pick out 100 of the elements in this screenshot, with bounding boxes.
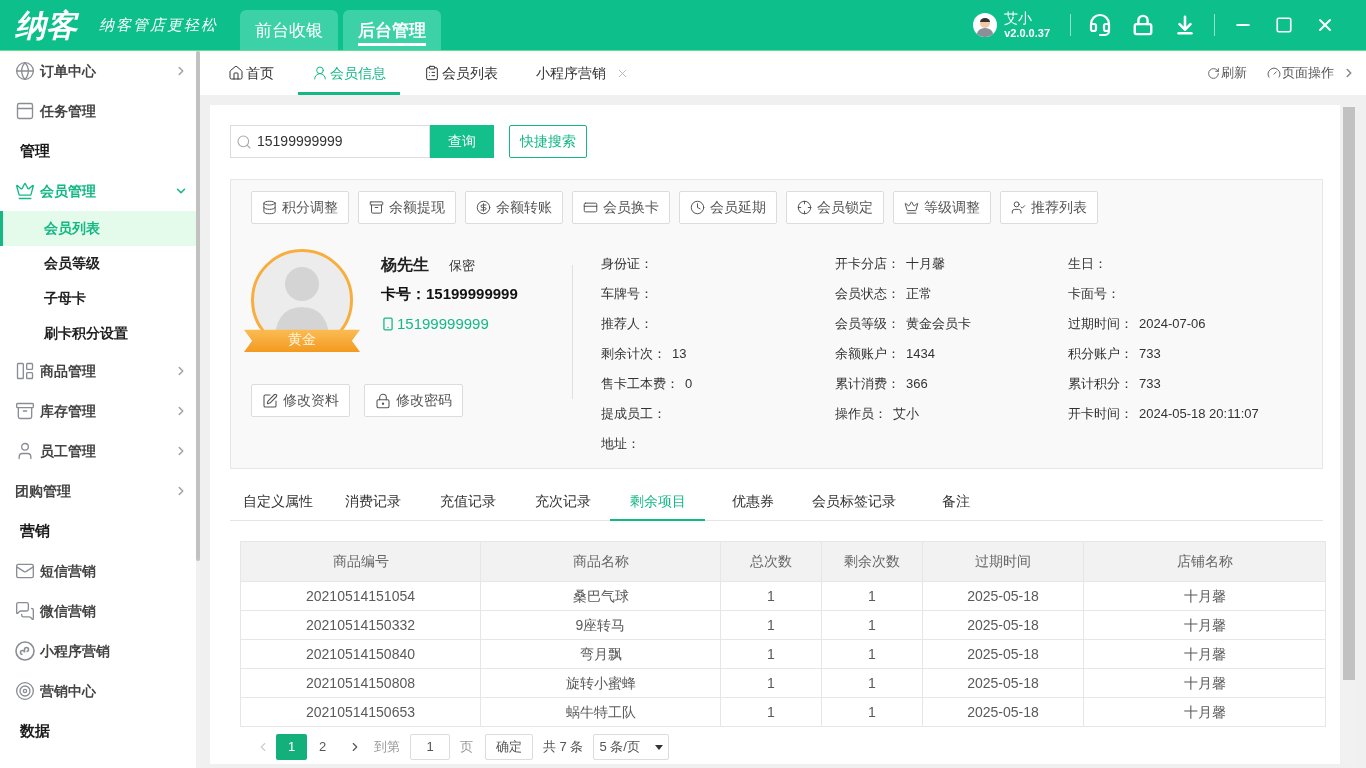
field-value: 2024-07-06: [1139, 315, 1206, 334]
target-icon: [15, 681, 35, 701]
sidebar-item[interactable]: 短信营销: [0, 551, 196, 591]
detail-tab[interactable]: 自定义属性: [230, 483, 325, 521]
archive-box-icon: [15, 401, 35, 421]
table-cell: 1: [821, 610, 923, 640]
table-cell: 20210514150332: [240, 610, 481, 640]
field-value: 733: [1139, 345, 1161, 364]
section-heading: 营销: [20, 520, 50, 541]
version-text: v2.0.0.37: [1004, 27, 1050, 40]
download-icon[interactable]: [1174, 14, 1196, 36]
field-value: 2024-05-18 20:11:07: [1139, 405, 1259, 424]
box-icon: [369, 200, 384, 215]
member-edit-button[interactable]: 修改资料: [251, 384, 350, 417]
sidebar-subitem[interactable]: 刷卡积分设置: [0, 316, 196, 351]
table-cell: 20210514150653: [240, 697, 481, 727]
table-cell: 十月馨: [1083, 610, 1326, 640]
sidebar-subitem[interactable]: 子母卡: [0, 281, 196, 316]
crown-icon: [904, 200, 919, 215]
total-count: 共 7 条: [543, 738, 584, 757]
field-label: 过期时间：: [1068, 315, 1133, 334]
member-action-button[interactable]: 推荐列表: [1000, 191, 1098, 224]
sidebar-item[interactable]: 小程序营销: [0, 631, 196, 671]
member-action-button[interactable]: 余额转账: [465, 191, 563, 224]
member-action-button[interactable]: 余额提现: [358, 191, 456, 224]
phone-number: 15199999999: [397, 313, 489, 334]
page-input[interactable]: 1: [410, 734, 450, 760]
detail-tab[interactable]: 会员标签记录: [800, 483, 908, 521]
detail-tab[interactable]: 充值记录: [420, 483, 515, 521]
field-label: 累计积分：: [1068, 375, 1133, 394]
layout-icon: [15, 361, 35, 381]
user-avatar[interactable]: [973, 13, 998, 37]
detail-tab[interactable]: 优惠券: [705, 483, 800, 521]
search-field[interactable]: 15199999999: [230, 125, 430, 158]
goto-label: 到第: [374, 738, 400, 757]
crosshair-icon: [797, 200, 812, 215]
page-tab[interactable]: 小程序营销: [522, 51, 643, 95]
sidebar-item[interactable]: 微信营销: [0, 591, 196, 631]
member-action-button[interactable]: 会员延期: [679, 191, 777, 224]
table-cell: 1: [720, 610, 822, 640]
column-header: 总次数: [720, 541, 822, 582]
refresh-button[interactable]: 刷新: [1207, 63, 1247, 83]
sidebar-item[interactable]: 员工管理: [0, 431, 196, 471]
member-action-button[interactable]: 会员换卡: [572, 191, 670, 224]
sidebar-item[interactable]: 营销中心: [0, 671, 196, 711]
field-label: 积分账户：: [1068, 345, 1133, 364]
table-cell: 2025-05-18: [922, 639, 1084, 669]
page-number[interactable]: 2: [307, 734, 338, 760]
page-tab[interactable]: 首页: [214, 51, 288, 95]
member-action-button[interactable]: 等级调整: [893, 191, 991, 224]
field-label: 生日：: [1068, 255, 1107, 274]
scrollbar-thumb[interactable]: [1343, 107, 1355, 680]
sidebar-item[interactable]: 任务管理: [0, 91, 196, 131]
table-cell: 9座转马: [480, 610, 721, 640]
headset-icon[interactable]: [1088, 13, 1112, 37]
field-label: 操作员：: [835, 405, 887, 424]
member-action-button[interactable]: 积分调整: [251, 191, 349, 224]
field-label: 会员等级：: [835, 315, 900, 334]
detail-tab[interactable]: 消费记录: [325, 483, 420, 521]
page-tab[interactable]: 会员列表: [410, 51, 512, 95]
field-value: 正常: [906, 285, 932, 304]
table-cell: 1: [720, 697, 822, 727]
sidebar-item[interactable]: 订单中心: [0, 51, 196, 91]
page-actions-button[interactable]: 页面操作: [1267, 63, 1334, 83]
member-edit-button[interactable]: 修改密码: [364, 384, 463, 417]
field-value: 13: [672, 345, 687, 364]
lock-icon[interactable]: [1132, 14, 1154, 36]
card-icon: [583, 200, 598, 215]
clipboard-icon: [424, 65, 440, 81]
panel-icon: [15, 101, 35, 121]
scrollbar-thumb[interactable]: [196, 51, 200, 561]
sidebar-subitem[interactable]: 会员等级: [0, 246, 196, 281]
sidebar-item[interactable]: 团购管理: [0, 471, 196, 511]
sidebar-item[interactable]: 库存管理: [0, 391, 196, 431]
field-label: 车牌号：: [601, 285, 653, 304]
field-value: 十月馨: [906, 255, 945, 274]
caret-icon: [655, 744, 664, 750]
globe-icon: [15, 61, 35, 81]
maximize-icon[interactable]: [1275, 16, 1293, 34]
lock-icon: [375, 392, 391, 409]
member-action-button[interactable]: 会员锁定: [786, 191, 884, 224]
table-cell: 十月馨: [1083, 668, 1326, 698]
column-header: 商品编号: [240, 541, 481, 582]
logo-text: 纳客: [15, 9, 77, 41]
refresh-icon: [1207, 66, 1220, 80]
sidebar-item[interactable]: 商品管理: [0, 351, 196, 391]
field-label: 余额账户：: [835, 345, 900, 364]
table-cell: 20210514150840: [240, 639, 481, 669]
table-cell: 弯月飘: [480, 639, 721, 669]
detail-tab[interactable]: 备注: [908, 483, 1003, 521]
field-label: 推荐人：: [601, 315, 653, 334]
table-cell: 1: [720, 581, 822, 611]
slogan-text: 纳客管店更轻松: [99, 14, 218, 36]
detail-tab[interactable]: 充次记录: [515, 483, 610, 521]
page-size-select[interactable]: 5 条/页: [593, 734, 670, 760]
card-label: 卡号：: [381, 283, 426, 304]
table-cell: 蜗牛特工队: [480, 697, 721, 727]
confirm-button[interactable]: 确定: [485, 734, 533, 760]
table-cell: 十月馨: [1083, 581, 1326, 611]
field-value: 1434: [906, 345, 935, 364]
